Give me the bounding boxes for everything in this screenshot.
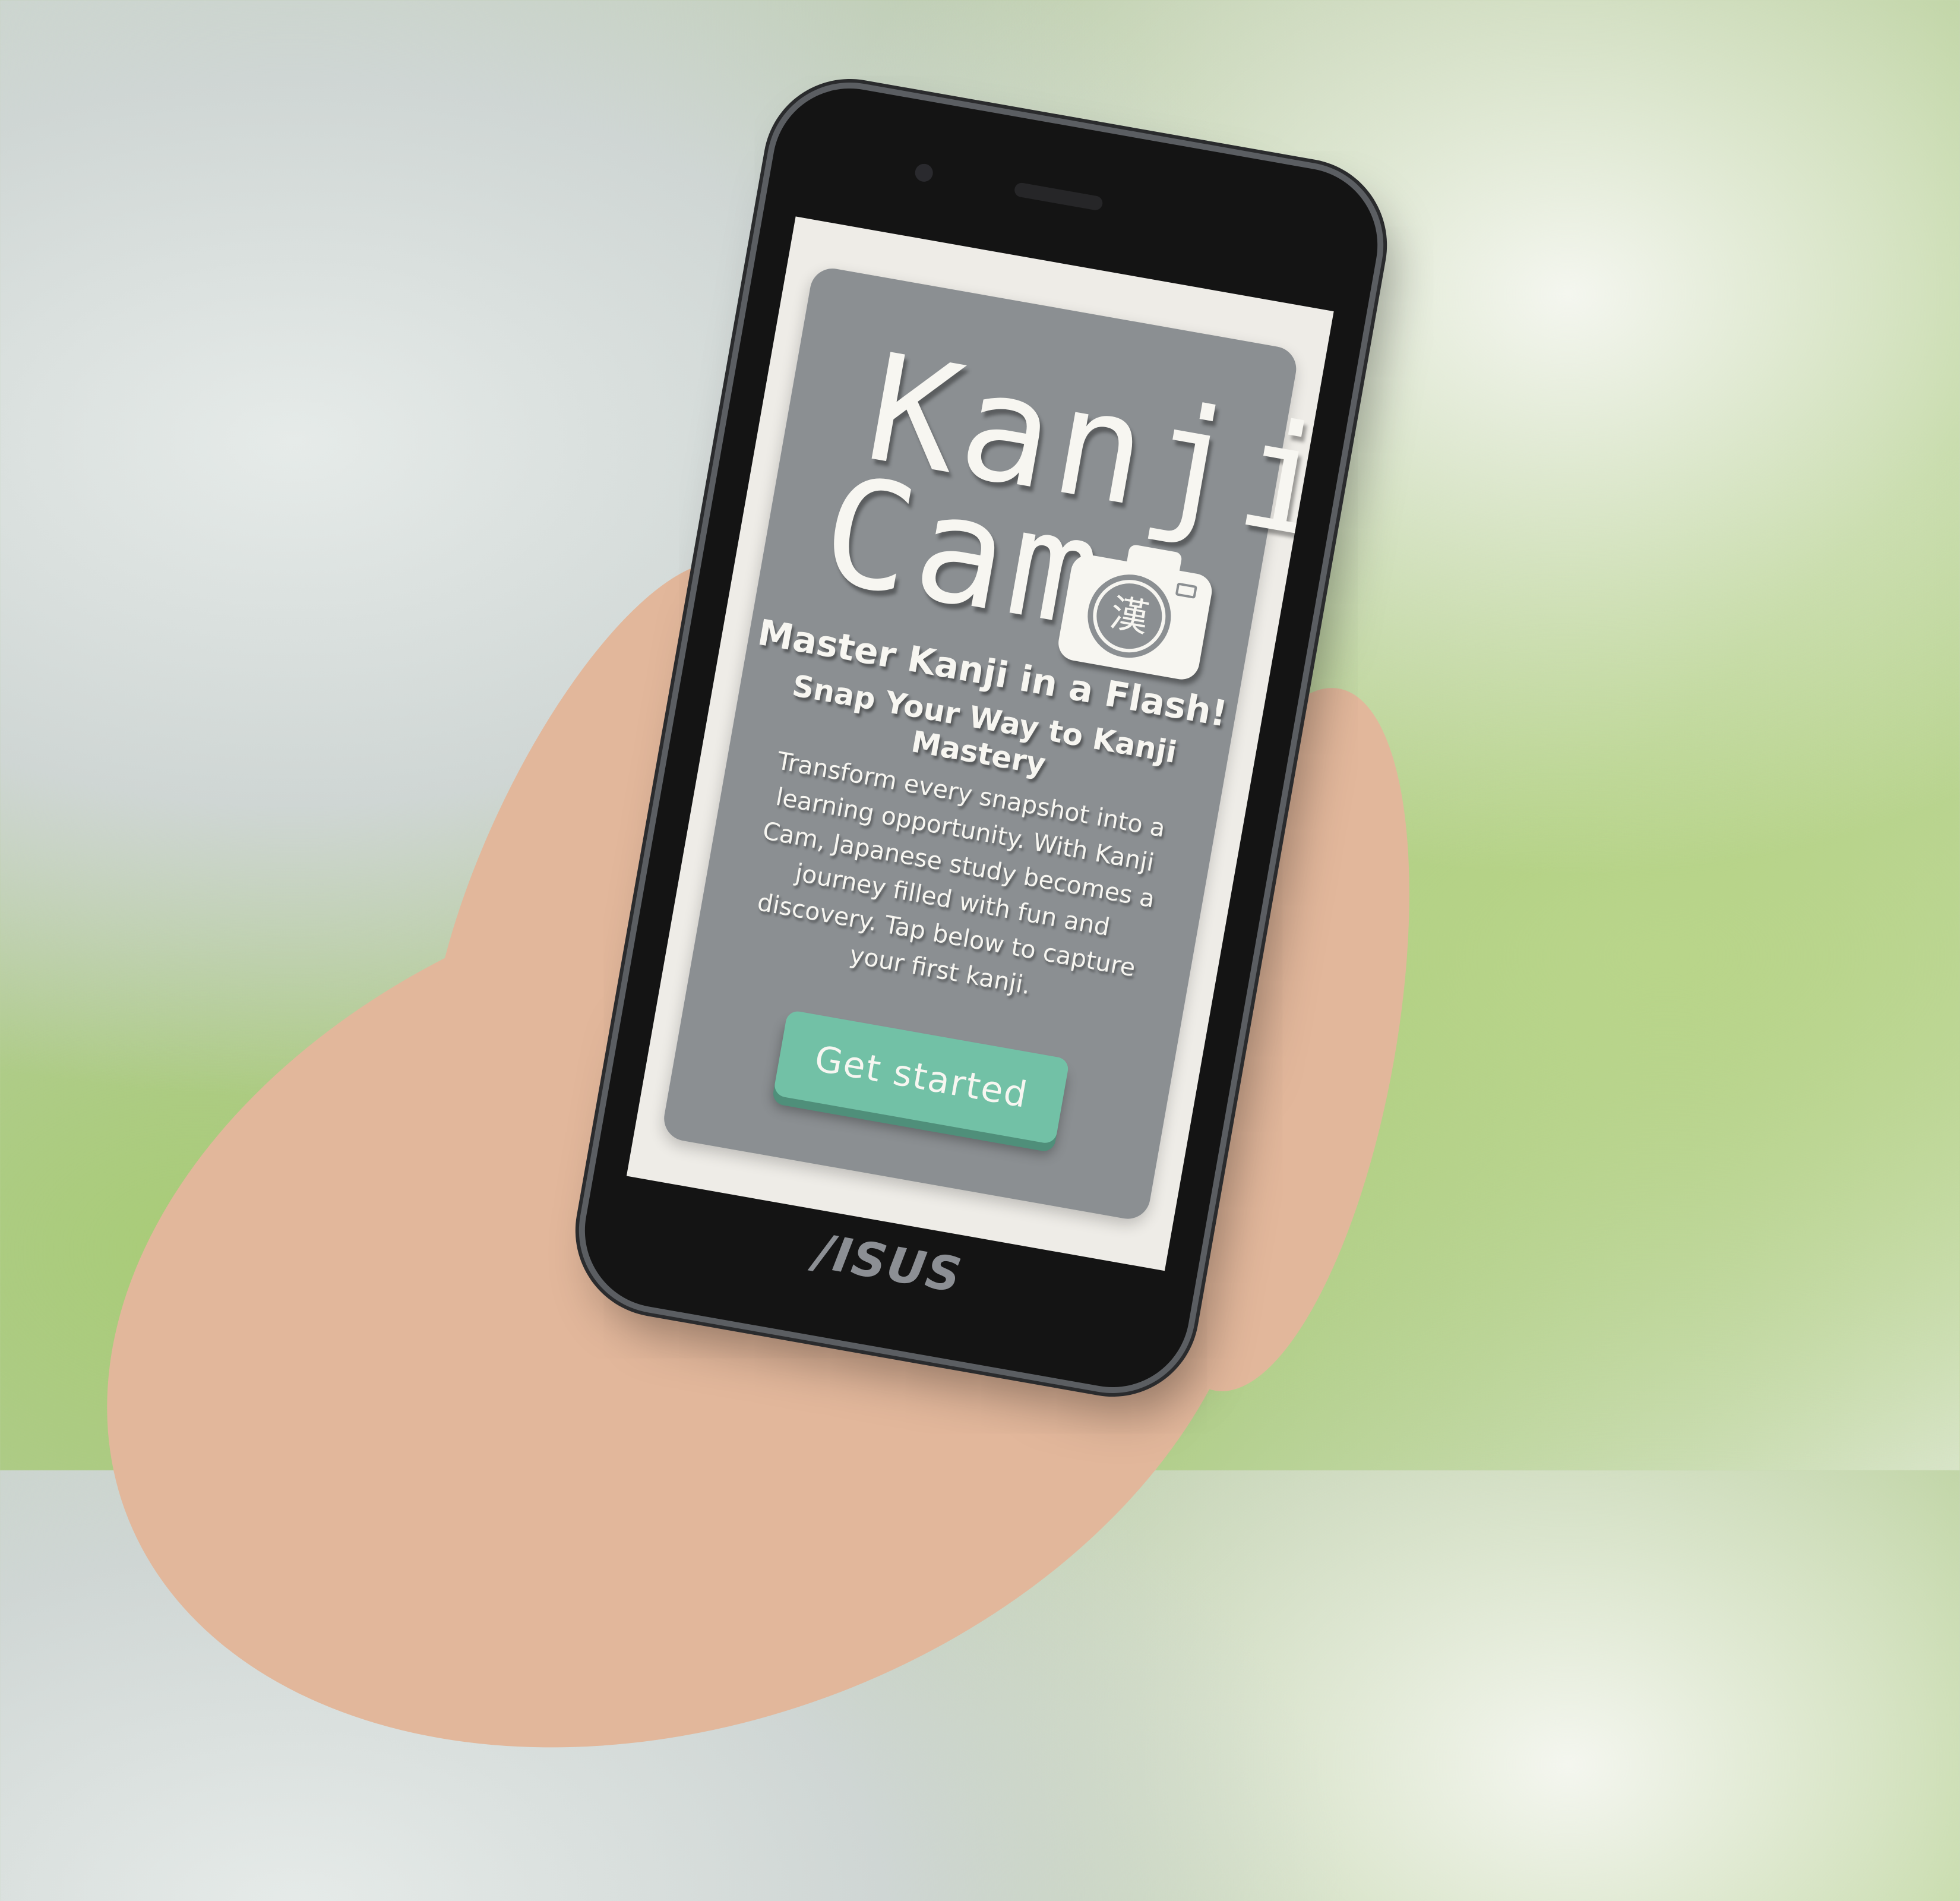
- speaker-grille: [1013, 181, 1104, 211]
- front-camera: [913, 162, 935, 184]
- kanji-glyph: 漢: [1087, 574, 1172, 658]
- welcome-card: Kanji Cam 漢 Master Kanji in a Flash! Sna…: [660, 265, 1334, 1223]
- get-started-button[interactable]: Get started: [772, 1009, 1070, 1145]
- app-logo: Kanji Cam 漢: [810, 321, 1334, 683]
